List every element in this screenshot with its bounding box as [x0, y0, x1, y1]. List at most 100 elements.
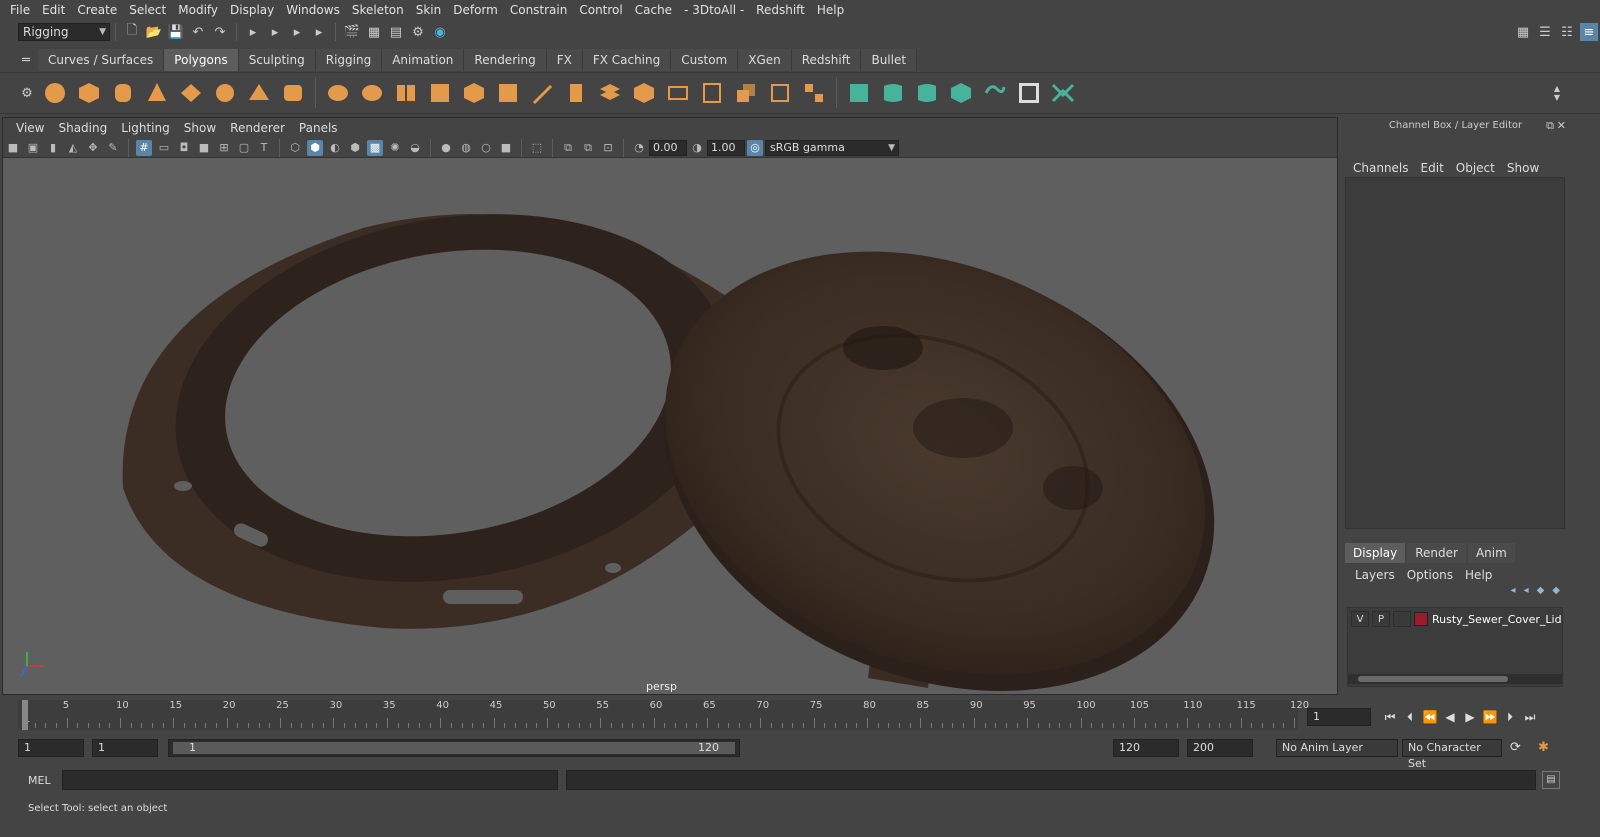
smooth-icon[interactable] — [426, 79, 454, 107]
render-sequence-icon[interactable]: ▦ — [365, 23, 383, 41]
layer-color-swatch[interactable] — [1414, 612, 1428, 626]
exposure-icon[interactable]: ◔ — [631, 140, 647, 156]
layer-tab-anim[interactable]: Anim — [1467, 543, 1515, 563]
command-input[interactable] — [62, 770, 558, 790]
menu-deform[interactable]: Deform — [447, 0, 504, 20]
separate-icon[interactable] — [358, 79, 386, 107]
range-slider[interactable]: 1 120 — [168, 739, 740, 757]
time-slider[interactable]: 1510152025303540455055606570758085909510… — [18, 700, 1309, 730]
menu-select[interactable]: Select — [123, 0, 172, 20]
menu-skin[interactable]: Skin — [410, 0, 448, 20]
menu-display[interactable]: Display — [224, 0, 280, 20]
camera-attributes-icon[interactable]: ▣ — [25, 140, 41, 156]
boolean-icon[interactable] — [732, 79, 760, 107]
wireframe-icon[interactable]: ⬡ — [287, 140, 303, 156]
xray-joints-icon[interactable]: ⧉ — [580, 140, 596, 156]
tool-settings-icon[interactable]: ☷ — [1558, 23, 1576, 41]
default-lighting-icon[interactable]: ◐ — [327, 140, 343, 156]
mirror-icon[interactable] — [392, 79, 420, 107]
shelf-menu-icon[interactable]: ═ — [16, 51, 36, 69]
layer-tab-render[interactable]: Render — [1407, 543, 1466, 563]
script-editor-icon[interactable]: ▤ — [1542, 771, 1560, 789]
poly-cylinder-icon[interactable] — [109, 79, 137, 107]
uv-editor-icon[interactable] — [1015, 79, 1043, 107]
poly-sphere-icon[interactable] — [41, 79, 69, 107]
gamma-field[interactable]: 1.00 — [707, 139, 745, 156]
shelf-scroll-up-icon[interactable]: ▲ — [1554, 84, 1560, 93]
ambient-occlusion-icon[interactable]: ● — [438, 140, 454, 156]
viewport-menu-lighting[interactable]: Lighting — [114, 118, 177, 138]
command-language-label[interactable]: MEL — [28, 774, 51, 787]
menu-control[interactable]: Control — [573, 0, 628, 20]
film-gate-icon[interactable]: ▭ — [156, 140, 172, 156]
view-transform-dropdown[interactable]: sRGB gamma ▼ — [765, 139, 899, 156]
layer-menu-help[interactable]: Help — [1459, 568, 1498, 582]
poly-plane-icon[interactable] — [177, 79, 205, 107]
menu-redshift[interactable]: Redshift — [750, 0, 811, 20]
image-plane-icon[interactable]: ◭ — [65, 140, 81, 156]
shelf-scroll-down-icon[interactable]: ▼ — [1554, 93, 1560, 102]
shelf-tab-fx[interactable]: FX — [546, 49, 583, 71]
layer-playback-toggle[interactable]: P — [1372, 611, 1390, 627]
combine-icon[interactable] — [324, 79, 352, 107]
menu-edit[interactable]: Edit — [36, 0, 71, 20]
shelf-tab-animation[interactable]: Animation — [382, 49, 465, 71]
viewport-menu-view[interactable]: View — [9, 118, 51, 138]
hypershade-icon[interactable]: ◉ — [431, 23, 449, 41]
range-slider-bar[interactable] — [173, 742, 735, 754]
shelf-tab-sculpting[interactable]: Sculpting — [238, 49, 316, 71]
use-all-lights-icon[interactable]: ✺ — [387, 140, 403, 156]
poly-cube-icon[interactable] — [75, 79, 103, 107]
render-settings-icon[interactable]: ⚙ — [409, 23, 427, 41]
render-current-frame-icon[interactable]: 🎬 — [343, 23, 361, 41]
shelf-tab-polygons[interactable]: Polygons — [164, 49, 239, 71]
uv-layout-icon[interactable] — [1049, 79, 1077, 107]
move-layer-down-icon[interactable]: ◂ — [1524, 585, 1529, 596]
shelf-tab-fx-caching[interactable]: FX Caching — [582, 49, 672, 71]
perspective-viewport[interactable]: View Shading Lighting Show Renderer Panels ■ … — [2, 117, 1338, 695]
ipr-render-icon[interactable]: ▤ — [387, 23, 405, 41]
uv-unfold-icon[interactable] — [981, 79, 1009, 107]
uv-spherical-icon[interactable] — [913, 79, 941, 107]
viewport-menu-renderer[interactable]: Renderer — [223, 118, 292, 138]
select-camera-icon[interactable]: ■ — [5, 140, 21, 156]
shelf-tab-custom[interactable]: Custom — [671, 49, 739, 71]
channel-box-area[interactable] — [1345, 177, 1565, 529]
menu-file[interactable]: File — [4, 0, 36, 20]
2d-pan-zoom-icon[interactable]: ✥ — [85, 140, 101, 156]
float-panel-icon[interactable]: ⧉ — [1546, 117, 1554, 135]
insert-edge-loop-icon[interactable] — [664, 79, 692, 107]
multi-cut-icon[interactable] — [528, 79, 556, 107]
select-component-icon[interactable]: ▸ — [288, 23, 306, 41]
channel-box-menu-edit[interactable]: Edit — [1415, 161, 1450, 175]
play-forwards-icon[interactable]: ▶ — [1460, 708, 1480, 726]
viewport-menu-shading[interactable]: Shading — [51, 118, 114, 138]
grease-pencil-icon[interactable]: ✎ — [105, 140, 121, 156]
textured-icon[interactable]: ▩ — [367, 139, 383, 156]
smooth-shade-icon[interactable]: ⬢ — [307, 139, 323, 156]
animation-end-field[interactable]: 200 — [1187, 739, 1253, 757]
xray-icon[interactable]: ⧉ — [560, 140, 576, 156]
layer-tab-display[interactable]: Display — [1345, 543, 1406, 563]
new-empty-layer-icon[interactable]: ◆ — [1537, 585, 1545, 596]
bevel-icon[interactable] — [596, 79, 624, 107]
scene-view[interactable] — [3, 158, 1337, 694]
poly-cone-icon[interactable] — [143, 79, 171, 107]
field-chart-icon[interactable]: ⊞ — [216, 140, 232, 156]
undo-icon[interactable]: ↶ — [189, 23, 207, 41]
channel-box-menu-show[interactable]: Show — [1501, 161, 1545, 175]
color-management-icon[interactable]: ◎ — [747, 139, 763, 156]
poly-pyramid-icon[interactable] — [245, 79, 273, 107]
isolate-select-icon[interactable]: ⬚ — [529, 140, 545, 156]
move-layer-up-icon[interactable]: ◂ — [1511, 585, 1516, 596]
shelf-tab-rigging[interactable]: Rigging — [315, 49, 383, 71]
depth-of-field-icon[interactable]: ■ — [498, 140, 514, 156]
resolution-gate-icon[interactable]: ◘ — [176, 140, 192, 156]
safe-title-icon[interactable]: T — [256, 140, 272, 156]
channel-box-menu-object[interactable]: Object — [1450, 161, 1501, 175]
layer-name[interactable]: Rusty_Sewer_Cover_Lid — [1432, 613, 1562, 626]
bookmark-icon[interactable]: ▮ — [45, 140, 61, 156]
select-object-icon[interactable]: ▸ — [266, 23, 284, 41]
auto-key-icon[interactable]: ⟳ — [1510, 740, 1521, 755]
layer-menu-layers[interactable]: Layers — [1349, 568, 1401, 582]
